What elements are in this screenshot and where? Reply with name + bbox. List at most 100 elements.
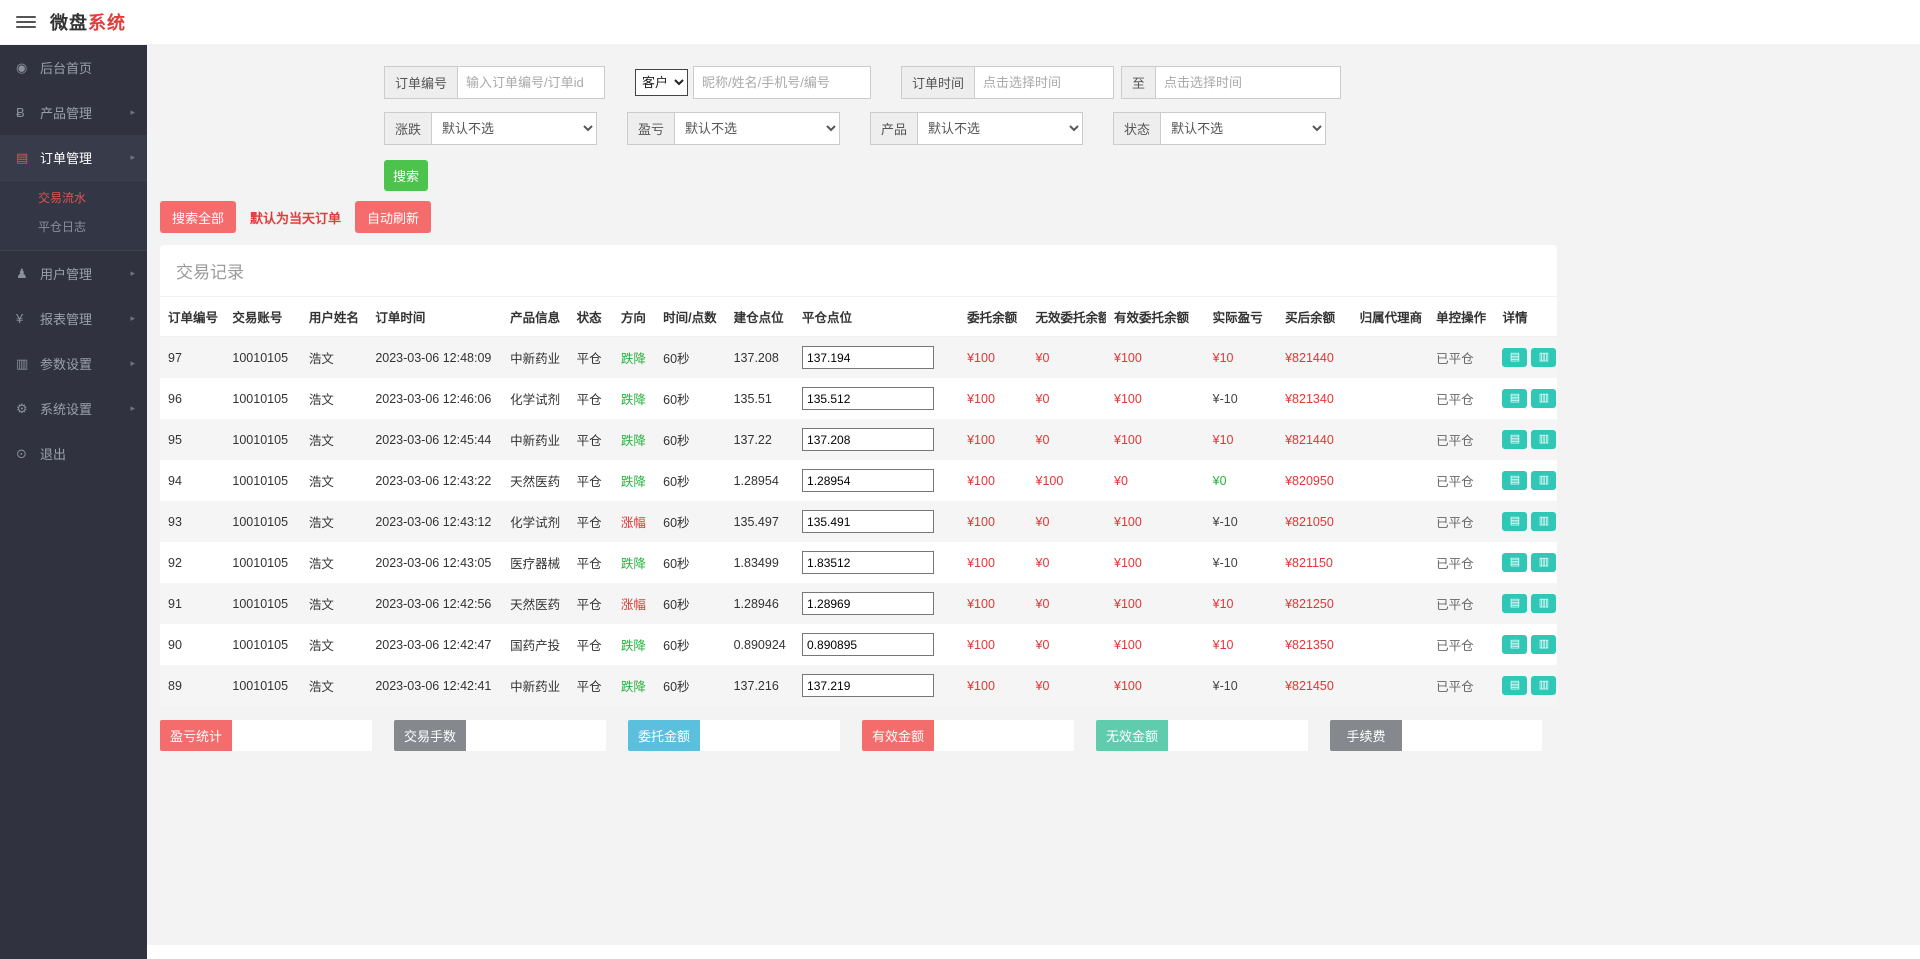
close-point-input[interactable] bbox=[802, 346, 935, 369]
order-no-input[interactable] bbox=[457, 66, 606, 99]
topbar: 微盘系统 bbox=[0, 0, 1920, 45]
sidebar-item-params[interactable]: ▥ 参数设置 ▸ bbox=[0, 341, 147, 386]
order-log-button[interactable]: ▥ bbox=[1531, 389, 1557, 408]
cell-close-point bbox=[794, 501, 959, 542]
sidebar-item-label: 报表管理 bbox=[40, 312, 93, 327]
column-header: 归属代理商 bbox=[1351, 297, 1429, 337]
close-point-input[interactable] bbox=[802, 592, 935, 615]
table-row: 90 10010105 浩文 2023-03-06 12:42:47 国药产投 平仓 跌降 6… bbox=[160, 624, 1557, 665]
cell-duration: 60秒 bbox=[663, 680, 690, 694]
sidebar-item-system[interactable]: ⚙ 系统设置 ▸ bbox=[0, 386, 147, 431]
cell-detail: ▤ ▥ bbox=[1494, 378, 1557, 419]
order-log-button[interactable]: ▥ bbox=[1531, 553, 1557, 572]
cell-after-balance: ¥820950 bbox=[1285, 473, 1334, 488]
table-header-row: 订单编号 交易账号 用户姓名 订单时间 产品信息 状态 方向 时间/点数 建仓点位 平仓点位 委托余… bbox=[160, 297, 1557, 337]
sidebar-item-products[interactable]: Ƀ 产品管理 ▸ bbox=[0, 90, 147, 135]
order-icon: ▤ bbox=[16, 149, 29, 165]
cell-actual-profit: ¥10 bbox=[1212, 350, 1234, 365]
cell-direction: 跌降 bbox=[620, 475, 646, 489]
customer-type-select[interactable]: 客户 bbox=[635, 69, 689, 96]
sidebar-item-users[interactable]: ♟ 用户管理 ▸ bbox=[0, 251, 147, 296]
cell-duration: 60秒 bbox=[663, 516, 690, 530]
cell-close-point bbox=[794, 624, 959, 665]
cell-invalid-balance: ¥0 bbox=[1035, 350, 1050, 365]
summary-label: 手续费 bbox=[1330, 720, 1402, 751]
column-header: 订单编号 bbox=[160, 297, 225, 337]
sidebar-item-reports[interactable]: ¥ 报表管理 ▸ bbox=[0, 296, 147, 341]
status-select[interactable]: 默认不选 bbox=[1160, 112, 1327, 145]
table-row: 93 10010105 浩文 2023-03-06 12:43:12 化学试剂 平仓 涨幅 6… bbox=[160, 501, 1557, 542]
order-detail-button[interactable]: ▤ bbox=[1502, 348, 1528, 367]
table-row: 89 10010105 浩文 2023-03-06 12:42:41 中新药业 平仓 跌降 6… bbox=[160, 665, 1557, 706]
close-point-input[interactable] bbox=[802, 428, 935, 451]
cell-agent bbox=[1352, 378, 1428, 419]
sidebar-item-label: 系统设置 bbox=[40, 402, 93, 417]
chevron-right-icon: ▸ bbox=[130, 358, 135, 368]
cell-status: 平仓 bbox=[576, 680, 602, 694]
close-point-input[interactable] bbox=[802, 387, 935, 410]
summary-fee: 手续费 bbox=[1330, 720, 1542, 751]
updown-select[interactable]: 默认不选 bbox=[431, 112, 598, 145]
cell-invalid-balance: ¥100 bbox=[1035, 473, 1064, 488]
search-all-button[interactable]: 搜索全部 bbox=[160, 201, 237, 233]
order-log-button[interactable]: ▥ bbox=[1531, 676, 1557, 695]
table-row: 94 10010105 浩文 2023-03-06 12:43:22 天然医药 平仓 跌降 6… bbox=[160, 460, 1557, 501]
cell-close-point bbox=[794, 665, 959, 706]
order-log-button[interactable]: ▥ bbox=[1531, 348, 1557, 367]
order-log-button[interactable]: ▥ bbox=[1531, 512, 1557, 531]
sidebar-item-label: 后台首页 bbox=[40, 61, 93, 76]
menu-toggle-icon[interactable] bbox=[16, 16, 36, 28]
order-log-button[interactable]: ▥ bbox=[1531, 635, 1557, 654]
order-log-button[interactable]: ▥ bbox=[1531, 594, 1557, 613]
search-button[interactable]: 搜索 bbox=[384, 160, 428, 191]
order-detail-button[interactable]: ▤ bbox=[1502, 676, 1528, 695]
summary-row: 盈亏统计 交易手数 委托金额 有效金额 无效金额 手续费 bbox=[160, 720, 1907, 751]
order-detail-button[interactable]: ▤ bbox=[1502, 594, 1528, 613]
sidebar-item-dashboard[interactable]: ◉ 后台首页 bbox=[0, 45, 147, 90]
cell-account: 10010105 bbox=[232, 473, 289, 488]
cell-open-point: 135.497 bbox=[733, 514, 779, 529]
sidebar-item-logout[interactable]: ⊙ 退出 bbox=[0, 431, 147, 476]
order-detail-button[interactable]: ▤ bbox=[1502, 635, 1528, 654]
order-detail-button[interactable]: ▤ bbox=[1502, 471, 1528, 490]
order-detail-button[interactable]: ▤ bbox=[1502, 389, 1528, 408]
customer-input[interactable] bbox=[693, 66, 872, 99]
cell-agent bbox=[1352, 624, 1428, 665]
sidebar-item-label: 产品管理 bbox=[40, 106, 93, 121]
cell-control-status: 已平仓 bbox=[1436, 680, 1474, 694]
cell-direction: 涨幅 bbox=[620, 516, 646, 530]
close-point-input[interactable] bbox=[802, 674, 935, 697]
sidebar-subitem-close-log[interactable]: 平仓日志 bbox=[0, 213, 147, 242]
close-point-input[interactable] bbox=[802, 633, 935, 656]
profit-select[interactable]: 默认不选 bbox=[674, 112, 841, 145]
time-end-input[interactable] bbox=[1155, 66, 1342, 99]
dashboard-icon: ◉ bbox=[16, 59, 28, 75]
order-log-button[interactable]: ▥ bbox=[1531, 430, 1557, 449]
cell-duration: 60秒 bbox=[663, 557, 690, 571]
summary-label: 盈亏统计 bbox=[160, 720, 232, 751]
trades-table: 订单编号 交易账号 用户姓名 订单时间 产品信息 状态 方向 时间/点数 建仓点位 平仓点位 委托余… bbox=[160, 297, 1557, 706]
cell-order-time: 2023-03-06 12:43:05 bbox=[375, 555, 492, 570]
order-log-button[interactable]: ▥ bbox=[1531, 471, 1557, 490]
filter-form: 订单编号 客户 订单时间 至 涨跌 默认不选 盈亏 默认不选 bbox=[147, 45, 1920, 193]
order-detail-button[interactable]: ▤ bbox=[1502, 430, 1528, 449]
cell-consign-balance: ¥100 bbox=[967, 678, 995, 693]
column-header: 交易账号 bbox=[224, 297, 301, 337]
main-content: 订单编号 客户 订单时间 至 涨跌 默认不选 盈亏 默认不选 bbox=[147, 45, 1920, 959]
cell-control-status: 已平仓 bbox=[1436, 475, 1474, 489]
toolbar: 搜索全部 默认为当天订单 自动刷新 bbox=[147, 193, 1920, 245]
order-no-filter: 订单编号 bbox=[384, 66, 606, 99]
close-point-input[interactable] bbox=[802, 510, 935, 533]
sidebar-subitem-trade-flow[interactable]: 交易流水 bbox=[0, 184, 147, 213]
product-label: 产品 bbox=[870, 112, 918, 145]
close-point-input[interactable] bbox=[802, 469, 935, 492]
close-point-input[interactable] bbox=[802, 551, 935, 574]
auto-refresh-button[interactable]: 自动刷新 bbox=[355, 201, 432, 233]
order-detail-button[interactable]: ▤ bbox=[1502, 512, 1528, 531]
cell-valid-balance: ¥100 bbox=[1114, 678, 1142, 693]
cell-actual-profit: ¥-10 bbox=[1212, 555, 1238, 570]
product-select[interactable]: 默认不选 bbox=[917, 112, 1084, 145]
time-start-input[interactable] bbox=[974, 66, 1115, 99]
order-detail-button[interactable]: ▤ bbox=[1502, 553, 1528, 572]
sidebar-item-orders[interactable]: ▤ 订单管理 ▸ bbox=[0, 135, 147, 180]
